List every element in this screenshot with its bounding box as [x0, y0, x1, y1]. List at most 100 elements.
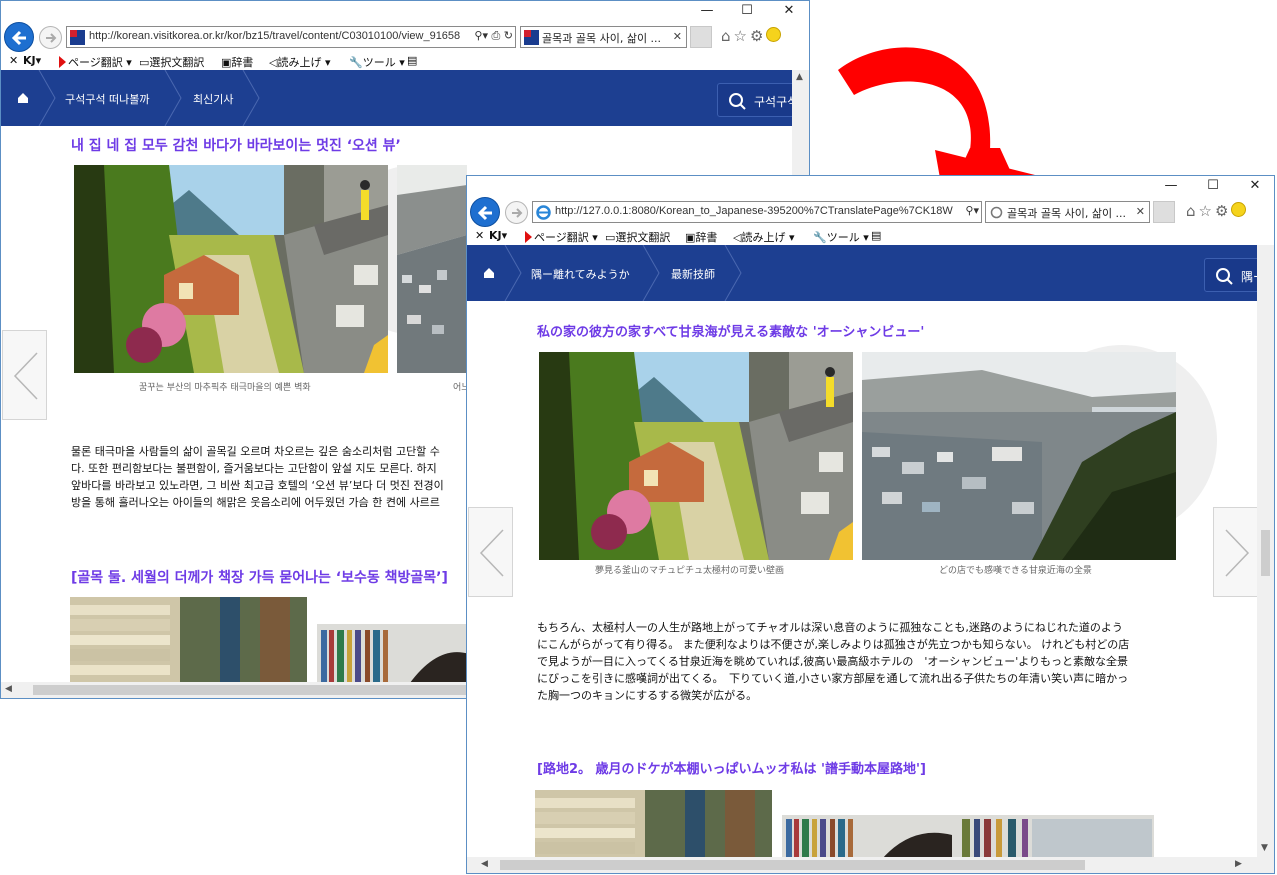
- page-viewport: 隅ー離れてみようか 最新技師 隅ー 私の家の彼方の家すべて甘泉海が見える素敵な …: [467, 245, 1274, 859]
- scroll-thumb[interactable]: [1261, 530, 1270, 576]
- bookstore-photo: [535, 790, 772, 859]
- read-aloud-label: 読み上げ: [277, 56, 322, 69]
- photo-caption: 꿈꾸는 부산의 마추픽추 태극마을의 예쁜 벽화: [139, 383, 311, 393]
- forward-button[interactable]: [505, 201, 528, 224]
- scroll-down-icon[interactable]: ▼: [1261, 843, 1268, 853]
- article-paragraph: 물론 태극마을 사람들의 삶이 골목길 오르며 차오르는 깊은 숨소리처럼 고단…: [71, 443, 471, 511]
- forward-button[interactable]: [39, 26, 62, 49]
- vertical-scrollbar[interactable]: ▼: [1257, 245, 1274, 859]
- dictionary-button[interactable]: ▣辞書: [221, 54, 253, 70]
- paragraph-line: 방을 통해 흘러나오는 아이들의 해맑은 웃음소리에 어두웠던 가슴 한 켠에 …: [71, 496, 440, 509]
- photo-caption: どの店でも感嘆できる甘泉近海の全景: [939, 566, 1092, 576]
- address-tools-icon[interactable]: ⚲▾: [963, 204, 979, 217]
- nav-item-latest[interactable]: 최신기사: [193, 91, 233, 107]
- title-bar: — ☐ ✕: [467, 176, 1274, 196]
- tab-close-icon[interactable]: ✕: [673, 30, 682, 43]
- address-tools-icon[interactable]: ⚲▾ ⎙ ↻: [472, 29, 513, 43]
- scroll-up-icon[interactable]: ▲: [796, 72, 803, 82]
- kj-label: KJ: [23, 54, 36, 67]
- scroll-right-icon[interactable]: ▶: [1235, 859, 1242, 869]
- site-favicon-icon: [70, 30, 85, 45]
- favorites-star-icon[interactable]: ☆: [1199, 202, 1215, 220]
- read-aloud-button[interactable]: ◁読み上げ ▾: [269, 54, 331, 70]
- home-icon[interactable]: ⌂: [1186, 202, 1199, 220]
- selection-translate-button[interactable]: ▭選択文翻訳: [139, 54, 204, 70]
- url-text: http://korean.visitkorea.or.kr/kor/bz15/…: [89, 30, 461, 42]
- home-icon[interactable]: ⌂: [721, 27, 734, 45]
- browser-window-translated: — ☐ ✕ http://127.0.0.1:8080/Korean_to_Ja…: [466, 175, 1275, 874]
- feedback-smiley-icon[interactable]: [1231, 202, 1247, 217]
- tools-button[interactable]: 🔧ツール ▾: [813, 229, 869, 245]
- paragraph-line: 다. 또한 편리함보다는 불편함이, 즐거움보다는 고단함이 앞설 지도 모른다…: [71, 462, 437, 475]
- loading-icon: [989, 205, 1004, 220]
- browser-tab[interactable]: 골목과 골목 사이, 삶이 ... ✕: [985, 201, 1150, 223]
- feedback-smiley-icon[interactable]: [766, 27, 782, 42]
- selection-translate-label: 選択文翻訳: [615, 231, 671, 244]
- minimize-icon[interactable]: —: [693, 3, 721, 19]
- prev-slide-button[interactable]: [2, 330, 47, 420]
- scroll-left-icon[interactable]: ◀: [481, 859, 488, 869]
- breadcrumb-separator: [242, 70, 260, 126]
- browser-icons: ⌂☆⚙: [1186, 202, 1247, 220]
- paragraph-line: にびっこを引きに感嘆詞が出てくる。 下りていく道,小さい家方部屋を通して流れ出る…: [537, 672, 1129, 685]
- nav-item-latest[interactable]: 最新技師: [671, 266, 715, 282]
- nav-item-travel[interactable]: 隅ー離れてみようか: [531, 266, 630, 282]
- title-bar: — ☐ ✕: [1, 1, 809, 21]
- selection-translate-button[interactable]: ▭選択文翻訳: [605, 229, 670, 245]
- page-translate-label: ページ翻訳: [534, 231, 589, 244]
- nav-item-travel[interactable]: 구석구석 떠나볼까: [65, 91, 149, 107]
- tab-favicon-icon: [524, 30, 539, 45]
- kj-label: KJ: [489, 229, 502, 242]
- tools-button[interactable]: 🔧ツール ▾: [349, 54, 405, 70]
- tools-label: ツール: [826, 231, 860, 244]
- site-navbar: 隅ー離れてみようか 最新技師 隅ー: [467, 245, 1274, 301]
- close-icon[interactable]: ✕: [775, 3, 803, 19]
- back-button[interactable]: [470, 197, 500, 227]
- address-row: http://127.0.0.1:8080/Korean_to_Japanese…: [467, 196, 1274, 228]
- settings-gear-icon[interactable]: ⚙: [1215, 202, 1231, 220]
- section-heading: [골목 둘. 세월의 더께가 책장 가득 묻어나는 ‘보수동 책방골목’]: [71, 570, 448, 586]
- maximize-icon[interactable]: ☐: [1199, 178, 1227, 194]
- minimize-icon[interactable]: —: [1157, 178, 1185, 194]
- selection-translate-label: 選択文翻訳: [149, 56, 205, 69]
- search-icon: [729, 93, 746, 110]
- scroll-thumb[interactable]: [33, 685, 473, 695]
- next-slide-button[interactable]: [1213, 507, 1258, 597]
- scroll-thumb[interactable]: [500, 860, 1085, 870]
- paragraph-line: で見ようが一目に入ってくる甘泉近海を眺めていれば,彼高い最高級ホテルの 'オーシ…: [537, 655, 1129, 668]
- settings-gear-icon[interactable]: ⚙: [750, 27, 766, 45]
- paragraph-line: 앞바다를 바라보고 있노라면, 그 비싼 최고급 호텔의 ‘오션 뷰’보다 더 …: [71, 479, 444, 492]
- dictionary-label: 辞書: [695, 231, 718, 244]
- bookshelf-photo: [782, 815, 1154, 859]
- kj-logo[interactable]: KJ▾: [23, 54, 41, 67]
- kj-logo[interactable]: KJ▾: [489, 229, 507, 242]
- new-tab-button[interactable]: [690, 26, 712, 48]
- tab-title: 골목과 골목 사이, 삶이 ...: [542, 32, 662, 45]
- prev-slide-button[interactable]: [468, 507, 513, 597]
- back-button[interactable]: [4, 22, 34, 52]
- read-aloud-button[interactable]: ◁読み上げ ▾: [733, 229, 795, 245]
- address-bar[interactable]: http://127.0.0.1:8080/Korean_to_Japanese…: [532, 201, 982, 223]
- address-bar[interactable]: http://korean.visitkorea.or.kr/kor/bz15/…: [66, 26, 516, 48]
- horizontal-scrollbar[interactable]: ◀ ▶: [467, 857, 1274, 873]
- page-translate-button[interactable]: ページ翻訳 ▾: [525, 229, 598, 245]
- page-translate-button[interactable]: ページ翻訳 ▾: [59, 54, 132, 70]
- maximize-icon[interactable]: ☐: [733, 3, 761, 19]
- favorites-star-icon[interactable]: ☆: [734, 27, 750, 45]
- photo-caption: 夢見る釜山のマチュピチュ太極村の可愛い壁画: [595, 566, 785, 576]
- scroll-left-icon[interactable]: ◀: [5, 684, 12, 694]
- new-tab-button[interactable]: [1153, 201, 1175, 223]
- section-heading: 내 집 네 집 모두 감천 바다가 바라보이는 멋진 ‘오션 뷰’: [71, 138, 401, 154]
- close-toolbar-icon[interactable]: ✕: [475, 229, 484, 242]
- close-icon[interactable]: ✕: [1241, 178, 1269, 194]
- help-icon[interactable]: ▤: [871, 229, 881, 242]
- mural-photo: [539, 352, 853, 560]
- tab-close-icon[interactable]: ✕: [1136, 205, 1145, 218]
- search-icon: [1216, 268, 1233, 285]
- browser-tab[interactable]: 골목과 골목 사이, 삶이 ... ✕: [520, 26, 687, 48]
- dictionary-button[interactable]: ▣辞書: [685, 229, 717, 245]
- bookstore-photo: [70, 597, 307, 684]
- close-toolbar-icon[interactable]: ✕: [9, 54, 18, 67]
- help-icon[interactable]: ▤: [407, 54, 417, 67]
- article-paragraph: もちろん、太極村人一の人生が路地上がってチャオルは深い息音のように孤独なことも,…: [537, 619, 1197, 704]
